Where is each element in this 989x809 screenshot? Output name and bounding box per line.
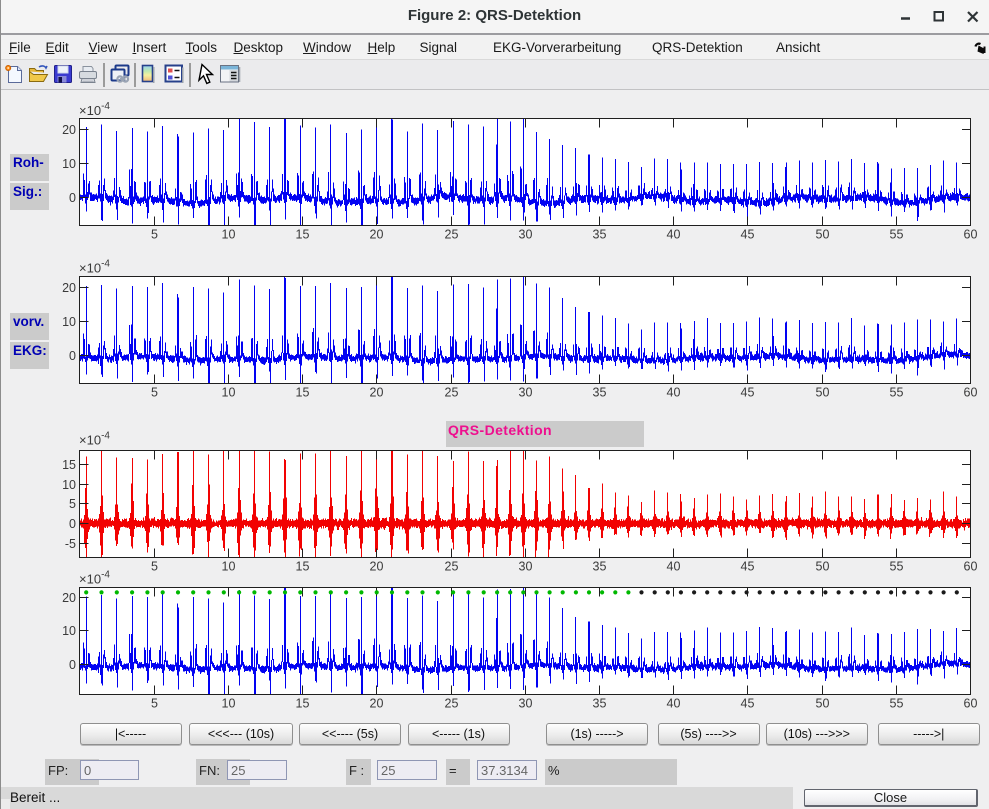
svg-text:30: 30 bbox=[519, 560, 533, 574]
svg-text:×10-4: ×10-4 bbox=[79, 259, 110, 276]
svg-text:10: 10 bbox=[222, 228, 236, 242]
svg-text:60: 60 bbox=[964, 386, 978, 400]
svg-text:15: 15 bbox=[296, 560, 310, 574]
svg-text:10: 10 bbox=[222, 697, 236, 711]
svg-text:45: 45 bbox=[741, 560, 755, 574]
svg-text:15: 15 bbox=[296, 697, 310, 711]
svg-text:55: 55 bbox=[890, 560, 904, 574]
svg-text:20: 20 bbox=[370, 228, 384, 242]
svg-text:30: 30 bbox=[519, 228, 533, 242]
svg-text:60: 60 bbox=[964, 697, 978, 711]
svg-text:30: 30 bbox=[519, 697, 533, 711]
svg-text:5: 5 bbox=[151, 228, 158, 242]
svg-text:35: 35 bbox=[593, 560, 607, 574]
svg-text:35: 35 bbox=[593, 697, 607, 711]
svg-text:45: 45 bbox=[741, 697, 755, 711]
svg-text:15: 15 bbox=[62, 458, 76, 472]
svg-text:45: 45 bbox=[741, 386, 755, 400]
svg-text:50: 50 bbox=[816, 560, 830, 574]
svg-text:25: 25 bbox=[445, 697, 459, 711]
svg-text:35: 35 bbox=[593, 228, 607, 242]
svg-text:50: 50 bbox=[816, 697, 830, 711]
svg-text:5: 5 bbox=[69, 497, 76, 511]
svg-text:5: 5 bbox=[151, 386, 158, 400]
svg-text:20: 20 bbox=[370, 560, 384, 574]
svg-text:0: 0 bbox=[69, 658, 76, 672]
svg-text:0: 0 bbox=[69, 349, 76, 363]
svg-text:10: 10 bbox=[62, 478, 76, 492]
svg-text:20: 20 bbox=[370, 697, 384, 711]
svg-text:10: 10 bbox=[62, 624, 76, 638]
svg-text:15: 15 bbox=[296, 386, 310, 400]
svg-text:40: 40 bbox=[667, 697, 681, 711]
svg-text:×10-4: ×10-4 bbox=[79, 570, 110, 587]
svg-text:10: 10 bbox=[62, 157, 76, 171]
svg-text:20: 20 bbox=[62, 123, 76, 137]
svg-text:25: 25 bbox=[445, 386, 459, 400]
svg-text:×10-4: ×10-4 bbox=[79, 101, 110, 118]
svg-text:55: 55 bbox=[890, 697, 904, 711]
svg-text:40: 40 bbox=[667, 560, 681, 574]
svg-text:10: 10 bbox=[222, 560, 236, 574]
svg-text:45: 45 bbox=[741, 228, 755, 242]
svg-text:5: 5 bbox=[151, 697, 158, 711]
svg-text:20: 20 bbox=[62, 281, 76, 295]
svg-text:5: 5 bbox=[151, 560, 158, 574]
svg-text:35: 35 bbox=[593, 386, 607, 400]
svg-text:60: 60 bbox=[964, 560, 978, 574]
svg-text:0: 0 bbox=[69, 517, 76, 531]
svg-text:-5: -5 bbox=[65, 537, 76, 551]
svg-text:0: 0 bbox=[69, 191, 76, 205]
svg-text:40: 40 bbox=[667, 228, 681, 242]
svg-text:25: 25 bbox=[445, 228, 459, 242]
svg-text:50: 50 bbox=[816, 386, 830, 400]
svg-text:25: 25 bbox=[445, 560, 459, 574]
svg-text:10: 10 bbox=[62, 315, 76, 329]
svg-text:10: 10 bbox=[222, 386, 236, 400]
svg-text:20: 20 bbox=[62, 591, 76, 605]
svg-text:×10-4: ×10-4 bbox=[79, 431, 110, 448]
svg-text:15: 15 bbox=[296, 228, 310, 242]
svg-text:60: 60 bbox=[964, 228, 978, 242]
svg-text:55: 55 bbox=[890, 386, 904, 400]
svg-text:40: 40 bbox=[667, 386, 681, 400]
svg-text:30: 30 bbox=[519, 386, 533, 400]
svg-text:55: 55 bbox=[890, 228, 904, 242]
svg-text:20: 20 bbox=[370, 386, 384, 400]
svg-text:50: 50 bbox=[816, 228, 830, 242]
